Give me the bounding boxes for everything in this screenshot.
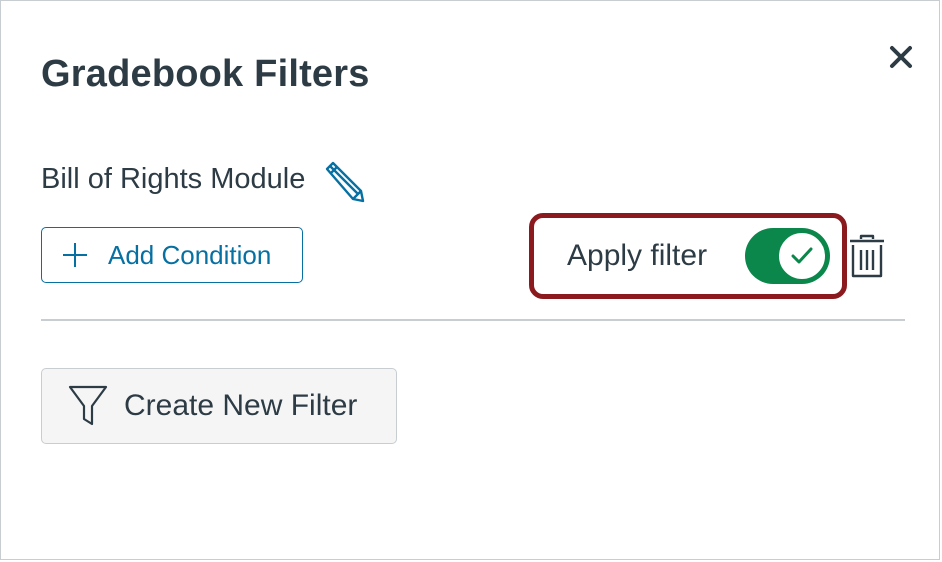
checkmark-icon [791,247,813,264]
divider [41,319,905,321]
gradebook-filters-panel: Gradebook Filters Bill of Rights Module … [0,0,940,560]
close-icon [890,46,912,68]
create-new-filter-label: Create New Filter [124,389,358,422]
funnel-icon [68,385,108,426]
filter-name: Bill of Rights Module [41,162,306,195]
delete-filter-button[interactable] [847,233,887,279]
dialog-title: Gradebook Filters [41,53,370,95]
add-condition-label: Add Condition [108,239,272,270]
plus-icon [63,243,87,267]
toggle-knob [777,231,827,281]
add-condition-button[interactable]: Add Condition [41,227,303,283]
filter-name-row: Bill of Rights Module [41,157,365,203]
edit-filter-name-button[interactable] [321,159,365,203]
apply-filter-toggle[interactable] [745,228,830,284]
trash-icon [850,234,884,278]
close-button[interactable] [885,41,917,73]
apply-filter-label: Apply filter [567,239,708,272]
create-new-filter-button[interactable]: Create New Filter [41,368,397,444]
pencil-icon [326,161,365,203]
